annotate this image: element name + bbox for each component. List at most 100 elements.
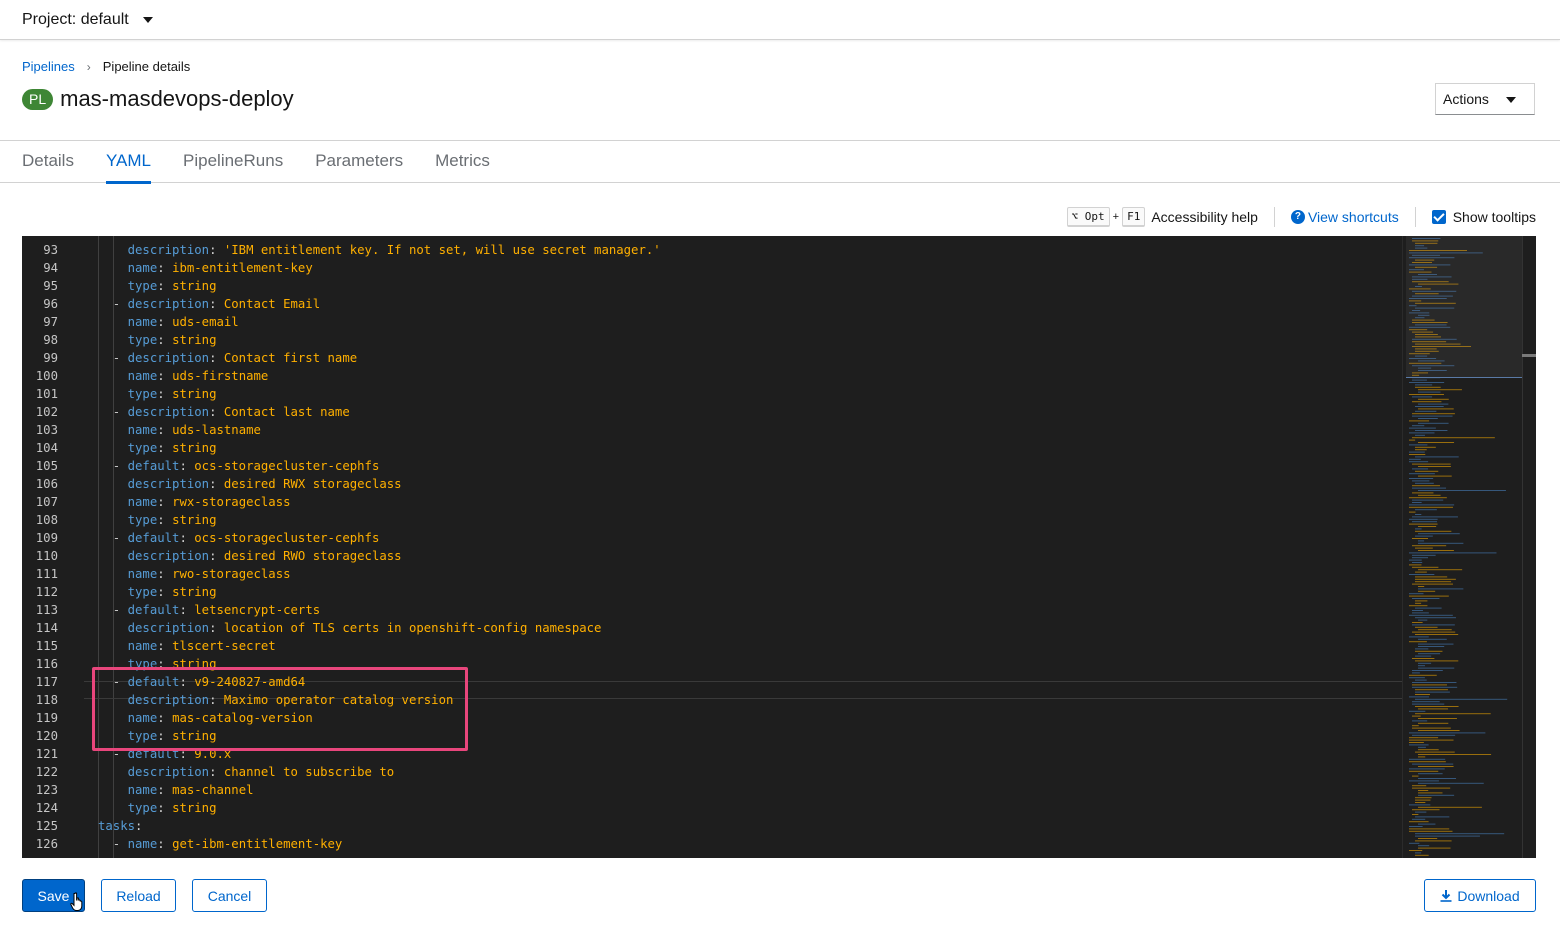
code-line[interactable]: description: location of TLS certs in op…: [98, 619, 602, 637]
minimap-line: [1412, 734, 1456, 736]
code-line[interactable]: - default: ocs-storagecluster-cephfs: [98, 529, 380, 547]
line-number: 101: [35, 387, 58, 401]
list-dash: [98, 279, 128, 293]
list-dash: [98, 513, 128, 527]
yaml-colon: :: [179, 531, 195, 545]
code-line[interactable]: name: uds-firstname: [98, 367, 269, 385]
line-number: 108: [35, 513, 58, 527]
yaml-colon: :: [179, 603, 195, 617]
code-line[interactable]: - default: letsencrypt-certs: [98, 601, 320, 619]
yaml-key: name: [127, 423, 158, 437]
caret-down-icon[interactable]: [1506, 97, 1516, 103]
accessibility-help[interactable]: Accessibility help: [1151, 209, 1258, 225]
code-line[interactable]: tasks:: [98, 817, 142, 835]
line-number: 104: [35, 441, 58, 455]
tab-metrics[interactable]: Metrics: [435, 141, 490, 183]
minimap-line: [1412, 715, 1421, 717]
view-shortcuts-link[interactable]: ? View shortcuts: [1290, 209, 1399, 225]
yaml-key: name: [127, 639, 158, 653]
code-line[interactable]: - description: Contact first name: [98, 349, 357, 367]
minimap-line: [1412, 521, 1437, 523]
code-line[interactable]: name: uds-lastname: [98, 421, 261, 439]
scrollbar-thumb[interactable]: [1522, 354, 1536, 357]
code-line[interactable]: - description: Contact Email: [98, 295, 320, 313]
view-shortcuts-label[interactable]: View shortcuts: [1308, 209, 1399, 225]
list-dash: [98, 441, 128, 455]
show-tooltips-checkbox[interactable]: [1431, 210, 1446, 224]
yaml-value: letsencrypt-certs: [194, 603, 321, 617]
show-tooltips-toggle[interactable]: Show tooltips: [1431, 209, 1536, 225]
code-line[interactable]: name: rwo-storageclass: [98, 565, 291, 583]
yaml-colon: :: [157, 315, 173, 329]
minimap-line: [1412, 785, 1427, 787]
minimap-line: [1418, 586, 1425, 587]
code-line[interactable]: name: uds-email: [98, 313, 239, 331]
minimap-line: [1409, 432, 1435, 434]
breadcrumb-pipelines-link[interactable]: Pipelines: [22, 59, 75, 74]
minimap-line: [1415, 626, 1438, 628]
editor-scrollbar[interactable]: [1522, 236, 1536, 858]
show-tooltips-label[interactable]: Show tooltips: [1453, 209, 1536, 225]
yaml-colon: :: [135, 819, 143, 833]
minimap-line: [1412, 670, 1443, 671]
code-line[interactable]: description: desired RWO storageclass: [98, 547, 402, 565]
minimap-line: [1409, 605, 1428, 607]
minimap-line: [1418, 403, 1449, 405]
minimap-line: [1418, 778, 1457, 779]
minimap-line: [1409, 770, 1439, 772]
code-line[interactable]: - default: ocs-storagecluster-cephfs: [98, 457, 380, 475]
tab-parameters[interactable]: Parameters: [315, 141, 403, 183]
code-line[interactable]: type: string: [98, 439, 217, 457]
caret-down-icon[interactable]: [142, 16, 153, 23]
yaml-value: string: [172, 387, 217, 401]
project-selector[interactable]: Project: default: [0, 0, 1560, 40]
list-dash: -: [98, 351, 128, 365]
minimap-line: [1418, 653, 1441, 655]
code-line[interactable]: type: string: [98, 277, 217, 295]
download-button[interactable]: Download: [1424, 879, 1536, 912]
reload-button[interactable]: Reload: [101, 879, 176, 912]
code-line[interactable]: type: string: [98, 583, 217, 601]
minimap-line: [1418, 475, 1452, 477]
yaml-colon: :: [157, 423, 173, 437]
code-line[interactable]: description: channel to subscribe to: [98, 763, 395, 781]
code-line[interactable]: description: 'IBM entitlement key. If no…: [98, 241, 661, 259]
minimap-line: [1409, 780, 1439, 782]
download-icon: [1440, 889, 1452, 902]
line-number: 99: [43, 351, 58, 365]
tab-pipelineruns[interactable]: PipelineRuns: [183, 141, 283, 183]
minimap-line: [1415, 406, 1444, 407]
tab-yaml[interactable]: YAML: [105, 141, 152, 184]
yaml-key: description: [127, 477, 210, 491]
minimap-line: [1418, 588, 1464, 590]
code-line[interactable]: type: string: [98, 799, 217, 817]
code-line[interactable]: type: string: [98, 385, 217, 403]
code-line[interactable]: name: rwx-storageclass: [98, 493, 291, 511]
tab-details[interactable]: Details: [22, 141, 74, 183]
project-label[interactable]: Project: default: [22, 11, 129, 29]
minimap-line: [1418, 643, 1454, 645]
minimap-viewport[interactable]: [1406, 236, 1522, 378]
minimap-line: [1412, 684, 1448, 686]
code-line[interactable]: name: tlscert-secret: [98, 637, 276, 655]
yaml-key: name: [127, 783, 158, 797]
actions-label[interactable]: Actions: [1443, 91, 1489, 107]
yaml-value: channel to subscribe to: [223, 765, 395, 779]
code-line[interactable]: type: string: [98, 511, 217, 529]
code-line[interactable]: - description: Contact last name: [98, 403, 350, 421]
code-line[interactable]: description: desired RWX storageclass: [98, 475, 402, 493]
cancel-button[interactable]: Cancel: [192, 879, 267, 912]
code-line[interactable]: - name: get-ibm-entitlement-key: [98, 835, 343, 853]
yaml-editor[interactable]: 93 94 95 96 97 98 99 100 101 102 103 104 105 106 107 10…: [22, 236, 1536, 858]
minimap-line: [1412, 485, 1440, 487]
list-dash: [98, 567, 128, 581]
yaml-value: ocs-storagecluster-cephfs: [194, 531, 380, 545]
code-line[interactable]: name: ibm-entitlement-key: [98, 259, 313, 277]
minimap-line: [1415, 854, 1429, 856]
code-line[interactable]: name: mas-channel: [98, 781, 254, 799]
actions-dropdown[interactable]: Actions: [1435, 83, 1535, 115]
yaml-colon: :: [157, 801, 173, 815]
list-dash: -: [98, 837, 128, 851]
download-label[interactable]: Download: [1457, 888, 1519, 904]
code-line[interactable]: type: string: [98, 331, 217, 349]
